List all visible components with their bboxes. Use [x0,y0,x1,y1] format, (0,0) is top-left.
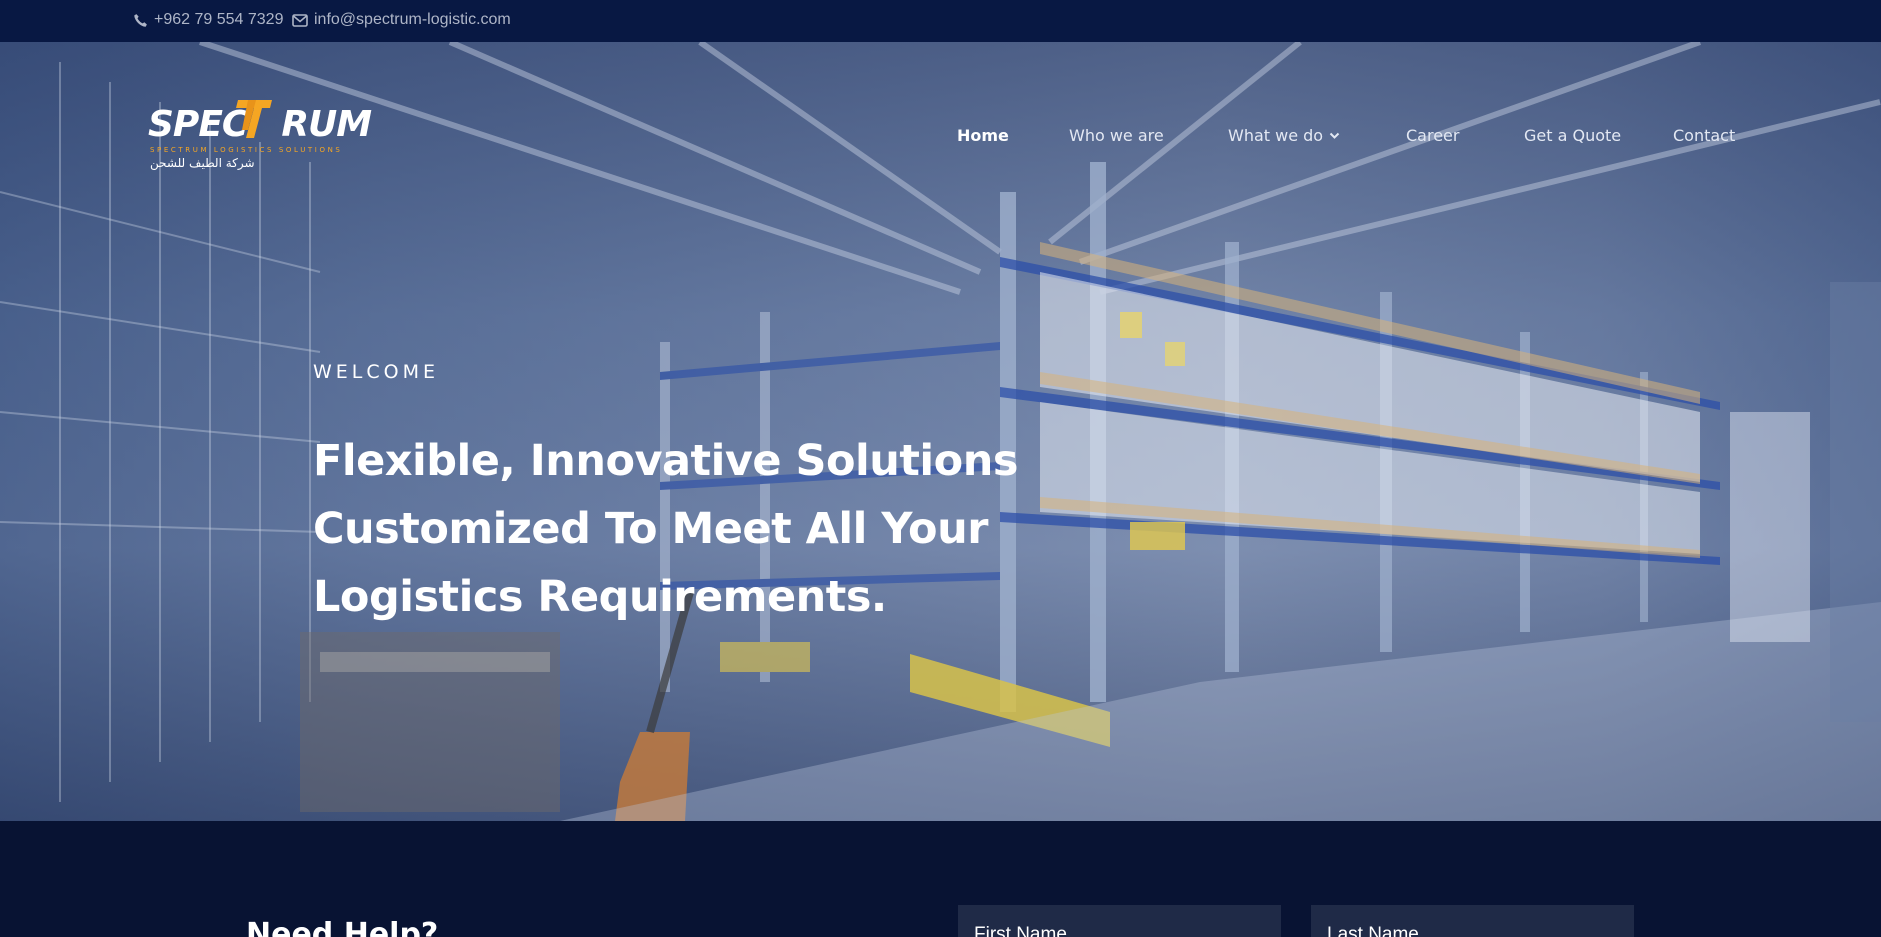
nav-what-we-do[interactable]: What we do [1228,126,1340,145]
phone-icon [134,13,147,27]
logo-arabic-name: شركة الطيف للشحن [150,156,255,170]
nav-who-we-are-label: Who we are [1069,126,1164,145]
logo-word-right: RUM [281,104,372,145]
nav-who-we-are[interactable]: Who we are [1069,126,1164,145]
nav-career-label: Career [1406,126,1460,145]
hero-headline: Flexible, Innovative Solutions Customize… [313,427,1033,631]
logo-word-left: SPEC [148,104,248,145]
chevron-down-icon [1329,132,1340,139]
last-name-field[interactable] [1311,905,1634,937]
top-contact-bar: +962 79 554 7329 info@spectrum-logistic.… [0,0,1881,42]
nav-home-label: Home [957,126,1009,145]
logo-tagline: SPECTRUM LOGISTICS SOLUTIONS [150,146,343,154]
nav-get-a-quote[interactable]: Get a Quote [1524,126,1621,145]
nav-get-a-quote-label: Get a Quote [1524,126,1622,145]
help-section: Need Help? [0,821,1881,937]
first-name-field[interactable] [958,905,1281,937]
hero-eyebrow: WELCOME [313,361,439,383]
help-title: Need Help? [246,917,439,937]
nav-contact-label: Contact [1673,126,1736,145]
phone-number: +962 79 554 7329 [154,11,284,28]
logo-t-mark-icon [236,100,272,138]
nav-career[interactable]: Career [1406,126,1459,145]
email-contact[interactable]: info@spectrum-logistic.com [292,11,511,29]
nav-what-we-do-label: What we do [1228,126,1324,145]
headline-line-1: Flexible, Innovative Solutions [313,436,1018,486]
headline-line-3: Logistics Requirements. [313,572,887,622]
nav-home[interactable]: Home [957,126,1009,145]
nav-contact[interactable]: Contact [1673,126,1735,145]
email-address: info@spectrum-logistic.com [314,11,511,28]
headline-line-2: Customized To Meet All Your [313,504,988,554]
phone-contact[interactable]: +962 79 554 7329 [133,11,283,29]
brand-logo[interactable]: SPEC RUM SPECTRUM LOGISTICS SOLUTIONS شرك… [148,94,372,172]
envelope-icon [292,13,308,27]
